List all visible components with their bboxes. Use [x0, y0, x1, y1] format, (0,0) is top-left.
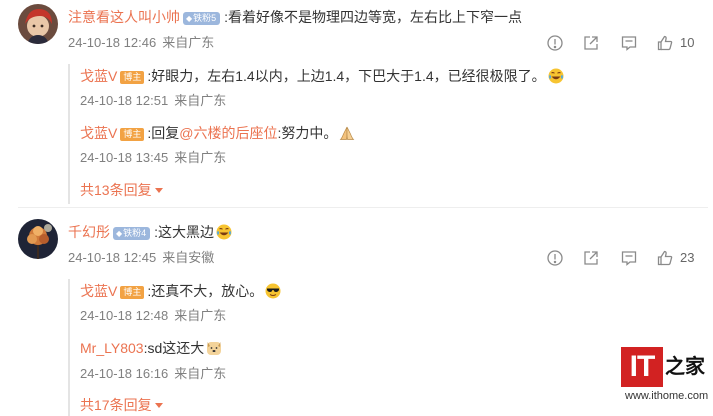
- comment-actions: 23: [546, 249, 706, 269]
- avatar[interactable]: [18, 4, 58, 44]
- laugh-cry-emoji: [548, 68, 564, 84]
- comment-location: 来自安徽: [162, 250, 215, 265]
- cool-sunglasses-emoji: [265, 283, 281, 299]
- share-icon[interactable]: [582, 34, 600, 52]
- reply-location: 来自广东: [174, 308, 227, 323]
- reply-location: 来自广东: [174, 150, 227, 165]
- comment-time: 24-10-18 12:45: [68, 250, 157, 265]
- comment-icon[interactable]: [620, 34, 638, 52]
- praying-hands-emoji: [339, 125, 355, 141]
- more-replies-label: 共13条回复: [80, 182, 152, 198]
- reply-author[interactable]: Mr_LY803: [80, 340, 144, 356]
- comment-text: :这大黑边: [154, 224, 215, 240]
- like-count: 23: [680, 250, 695, 265]
- reply-text: :sd这还大: [143, 340, 205, 356]
- more-replies-link[interactable]: 共17条回复: [80, 396, 163, 414]
- diamond-icon: ◆: [116, 229, 123, 238]
- more-replies-label: 共17条回复: [80, 397, 152, 413]
- fan-badge: ◆铁粉4: [113, 227, 151, 240]
- logo-zhijia: 之家: [665, 356, 705, 378]
- reply-header: 戈蓝V 博主:还真不大，放心。: [80, 282, 281, 300]
- reply-text: :好眼力，左右1.4以内，上边1.4，下巴大于1.4，已经很极限了。: [147, 68, 546, 84]
- fan-badge-label: 铁粉4: [123, 228, 147, 238]
- chevron-down-icon: [154, 403, 163, 408]
- diamond-icon: ◆: [186, 14, 193, 23]
- reply-header: 戈蓝V 博主:回复@六楼的后座位:努力中。: [80, 124, 355, 142]
- logo-url: www.ithome.com: [625, 390, 709, 402]
- reply-prefix: :回复: [147, 125, 180, 141]
- comment-author[interactable]: 千幻彤: [68, 224, 110, 240]
- reply-header: Mr_LY803:sd这还大: [80, 339, 222, 357]
- logo-it: IT: [621, 347, 663, 387]
- comment-header: 千幻彤 ◆铁粉4:这大黑边: [68, 223, 232, 241]
- reply-time: 24-10-18 13:45: [80, 150, 169, 165]
- fan-badge: ◆铁粉5: [183, 12, 221, 25]
- reply-thread-line: [68, 279, 70, 416]
- reply-meta: 24-10-18 12:48 来自广东: [80, 308, 226, 324]
- comment-author[interactable]: 注意看这人叫小帅: [68, 9, 180, 25]
- reply-text: :努力中。: [277, 125, 338, 141]
- doge-emoji: [206, 340, 222, 356]
- host-badge: 博主: [120, 71, 145, 84]
- host-badge: 博主: [120, 128, 145, 141]
- like-count: 10: [680, 35, 695, 50]
- reply-author[interactable]: 戈蓝V: [80, 68, 117, 84]
- mention-link[interactable]: @六楼的后座位: [179, 125, 277, 141]
- like-icon[interactable]: [656, 34, 674, 52]
- reply-location: 来自广东: [174, 366, 227, 381]
- reply-thread-line: [68, 64, 70, 204]
- comment-icon[interactable]: [620, 249, 638, 267]
- comment-time: 24-10-18 12:46: [68, 35, 157, 50]
- laugh-cry-emoji: [216, 224, 232, 240]
- comment-header: 注意看这人叫小帅 ◆铁粉5:看着好像不是物理四边等宽，左右比上下窄一点: [68, 8, 522, 26]
- alert-icon[interactable]: [546, 34, 564, 52]
- chevron-down-icon: [154, 188, 163, 193]
- like-icon[interactable]: [656, 249, 674, 267]
- reply-author[interactable]: 戈蓝V: [80, 283, 117, 299]
- comment-text: :看着好像不是物理四边等宽，左右比上下窄一点: [224, 9, 523, 25]
- avatar[interactable]: [18, 219, 58, 259]
- reply-header: 戈蓝V 博主:好眼力，左右1.4以内，上边1.4，下巴大于1.4，已经很极限了。: [80, 67, 564, 85]
- comment-meta: 24-10-18 12:46 来自广东: [68, 35, 214, 51]
- fan-badge-label: 铁粉5: [193, 13, 217, 23]
- comment-meta: 24-10-18 12:45 来自安徽: [68, 250, 214, 266]
- reply-time: 24-10-18 12:51: [80, 93, 169, 108]
- reply-meta: 24-10-18 13:45 来自广东: [80, 150, 226, 166]
- reply-meta: 24-10-18 16:16 来自广东: [80, 366, 226, 382]
- ithome-watermark: IT 之家 www.ithome.com: [621, 347, 709, 409]
- alert-icon[interactable]: [546, 249, 564, 267]
- reply-location: 来自广东: [174, 93, 227, 108]
- comment-divider: [18, 207, 708, 208]
- share-icon[interactable]: [582, 249, 600, 267]
- reply-meta: 24-10-18 12:51 来自广东: [80, 93, 226, 109]
- reply-author[interactable]: 戈蓝V: [80, 125, 117, 141]
- comment-location: 来自广东: [162, 35, 215, 50]
- reply-time: 24-10-18 12:48: [80, 308, 169, 323]
- host-badge: 博主: [120, 286, 145, 299]
- reply-text: :还真不大，放心。: [147, 283, 264, 299]
- comment-actions: 10: [546, 34, 706, 54]
- more-replies-link[interactable]: 共13条回复: [80, 181, 163, 199]
- reply-time: 24-10-18 16:16: [80, 366, 169, 381]
